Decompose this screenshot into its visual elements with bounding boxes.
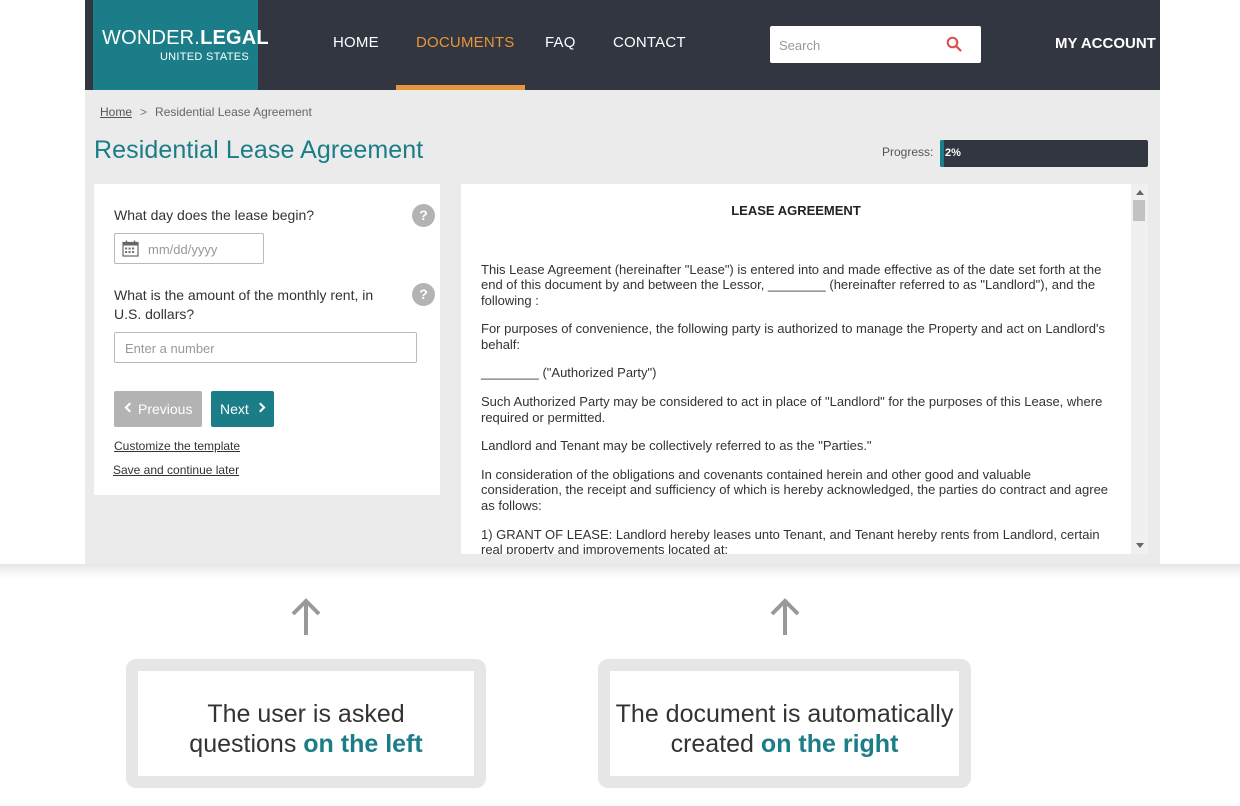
arrow-up-icon [291,598,321,635]
search-box [770,26,981,63]
callout-left-text: The user is asked questions on the left [138,699,474,759]
monthly-rent-field[interactable] [114,332,417,363]
search-icon[interactable] [946,36,962,52]
breadcrumb-separator: > [140,105,148,119]
document-paragraph: In consideration of the obligations and … [481,467,1109,513]
callout-left-line1: The user is asked [207,700,405,728]
lease-start-date-input[interactable] [148,240,258,258]
callout-right-line1: The document is automatically [615,700,954,728]
arrow-up-icon [770,598,800,635]
scrollbar-thumb[interactable] [1133,200,1145,221]
previous-button-label: Previous [138,401,193,417]
question-monthly-rent-label: What is the amount of the monthly rent, … [114,287,374,322]
progress-label: Progress: [882,145,934,159]
nav-faq[interactable]: FAQ [545,34,576,51]
page-title: Residential Lease Agreement [94,136,424,164]
progress-percent: 2% [945,147,961,159]
active-nav-indicator [396,85,525,90]
previous-button[interactable]: Previous [114,391,202,427]
my-account-link[interactable]: MY ACCOUNT [1055,35,1156,52]
callout-left: The user is asked questions on the left [126,659,486,788]
nav-contact[interactable]: CONTACT [613,34,686,51]
question-panel: What day does the lease begin? ? What is… [94,184,440,495]
monthly-rent-input[interactable] [125,339,405,357]
document-preview[interactable]: LEASE AGREEMENT This Lease Agreement (he… [461,184,1148,554]
lease-start-date-field[interactable] [114,233,264,264]
callout-right-inner: The document is automatically created on… [610,671,959,776]
breadcrumb-current: Residential Lease Agreement [155,105,312,119]
search-input[interactable] [779,35,939,55]
app-window: WONDER.LEGAL UNITED STATES HOME DOCUMENT… [85,0,1160,564]
next-button[interactable]: Next [211,391,274,427]
divider-shadow [0,564,1240,578]
calendar-icon[interactable] [122,240,139,257]
document-title: LEASE AGREEMENT [731,203,861,218]
callout-right-plain: created [670,730,761,758]
logo-wordmark: WONDER.LEGAL [102,27,269,50]
chevron-left-icon [124,402,135,413]
help-icon[interactable]: ? [412,283,435,306]
document-paragraph: 1) GRANT OF LEASE: Landlord hereby lease… [481,526,1100,554]
callout-left-line2: questions on the left [138,729,474,759]
scroll-up-arrow-icon[interactable] [1136,190,1144,195]
callout-right: The document is automatically created on… [598,659,971,788]
logo[interactable]: WONDER.LEGAL UNITED STATES [93,0,269,90]
document-paragraph: This Lease Agreement (hereinafter "Lease… [481,262,1102,308]
nav-home[interactable]: HOME [333,34,379,51]
document-scrollbar[interactable] [1131,184,1148,554]
next-button-label: Next [220,401,249,417]
save-continue-later-link[interactable]: Save and continue later [113,463,239,477]
chevron-right-icon [255,402,266,413]
callout-right-line2: created on the right [610,729,959,759]
callout-left-inner: The user is asked questions on the left [138,671,474,776]
breadcrumb-home-link[interactable]: Home [100,105,132,119]
logo-brand-light: WONDER. [102,27,201,49]
callout-right-highlight: on the right [760,730,899,758]
nav-documents[interactable]: DOCUMENTS [416,34,514,51]
document-paragraph: Such Authorized Party may be considered … [481,394,1103,425]
document-body: This Lease Agreement (hereinafter "Lease… [481,262,1111,554]
callout-left-plain: questions [189,730,304,758]
callout-right-text: The document is automatically created on… [610,699,959,759]
scroll-down-arrow-icon[interactable] [1136,543,1144,548]
document-paragraph: Landlord and Tenant may be collectively … [481,438,872,454]
progress-bar: 2% [940,140,1148,167]
customize-template-link[interactable]: Customize the template [114,439,240,453]
document-paragraph: For purposes of convenience, the followi… [481,321,1105,352]
logo-subtitle: UNITED STATES [159,51,249,63]
callout-left-highlight: on the left [303,730,423,758]
top-navbar: WONDER.LEGAL UNITED STATES HOME DOCUMENT… [85,0,1160,90]
document-paragraph: ________ ("Authorized Party") [481,365,657,381]
logo-brand-bold: LEGAL [200,27,269,49]
progress-fill [940,140,945,167]
breadcrumb: Home > Residential Lease Agreement [100,105,312,119]
question-lease-start-label: What day does the lease begin? [114,207,315,223]
help-icon[interactable]: ? [412,204,435,227]
